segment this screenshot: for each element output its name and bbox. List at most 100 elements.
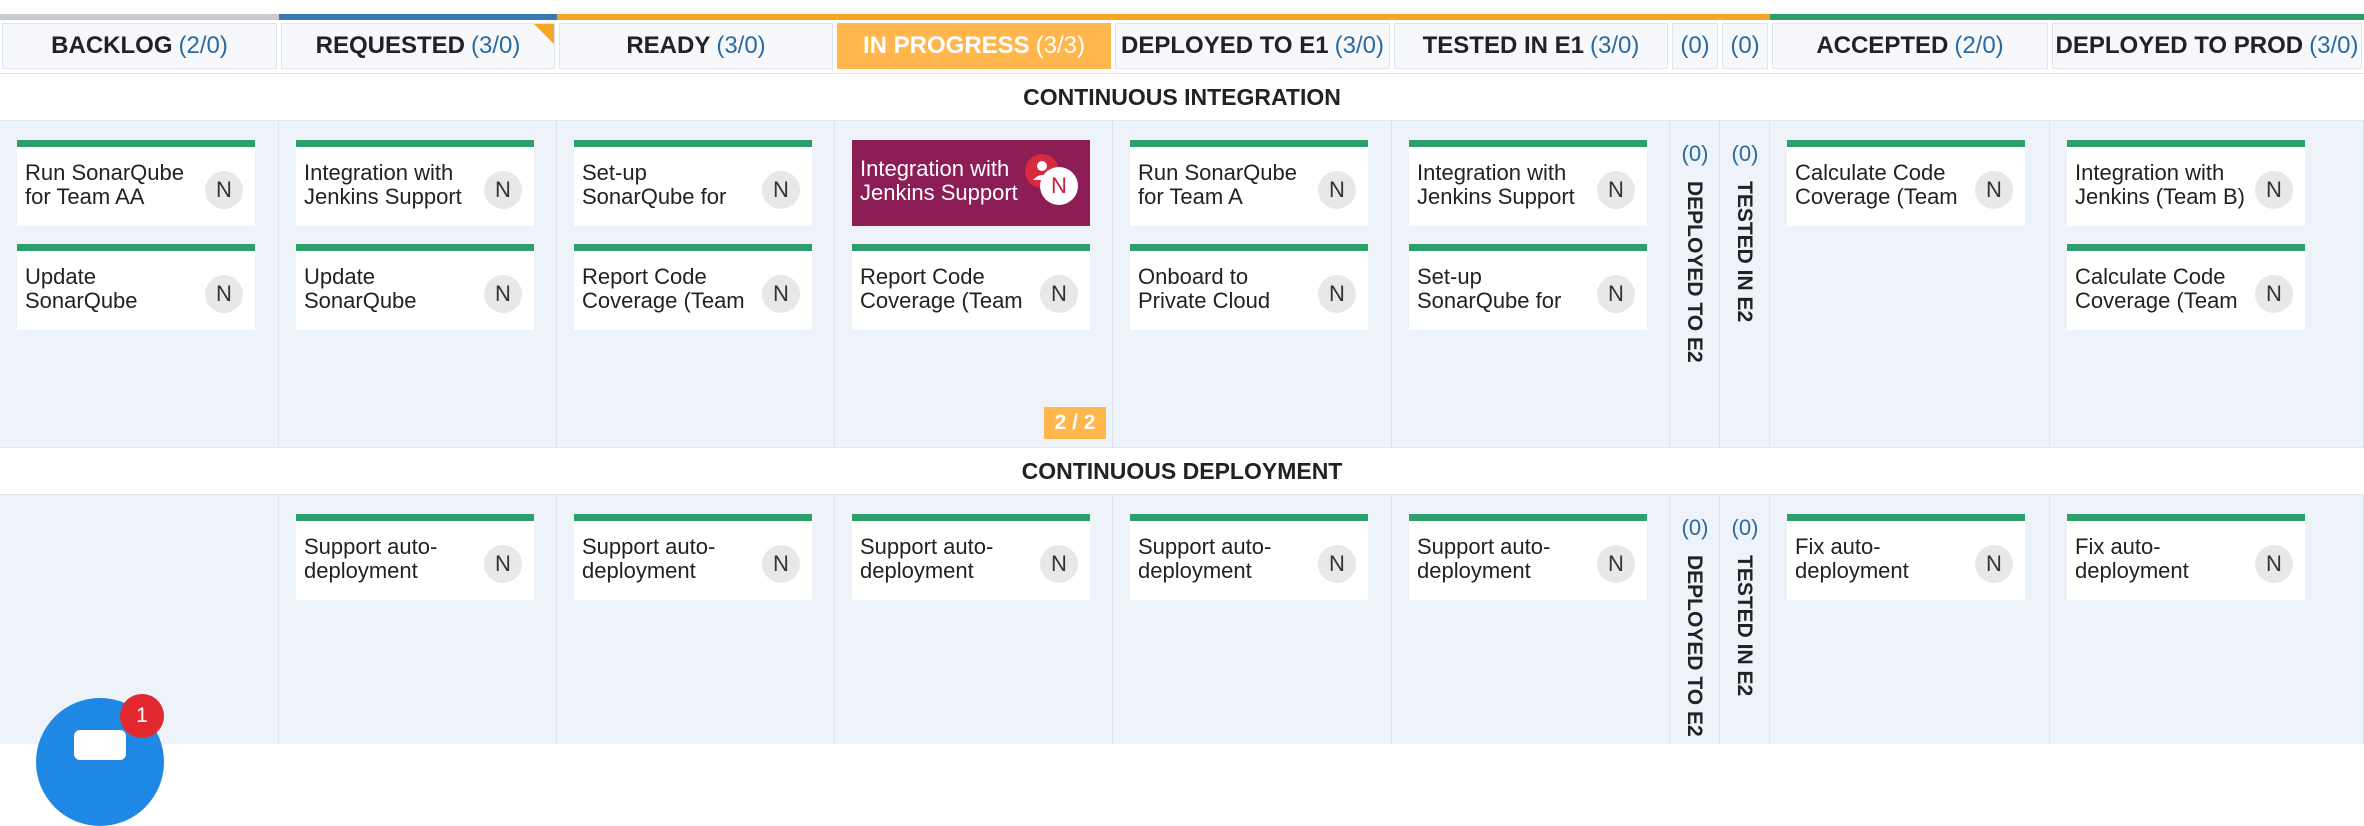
assignee-avatar[interactable]: N xyxy=(2255,545,2293,583)
assignee-avatar[interactable]: N xyxy=(762,545,800,583)
task-card[interactable]: Update SonarQube N xyxy=(17,244,255,330)
column-count: (2/0) xyxy=(1954,32,2004,59)
assignee-avatar[interactable]: N xyxy=(1318,275,1356,313)
collapsed-column-count[interactable]: (0) xyxy=(1722,515,1768,541)
column-count: (3/0) xyxy=(2309,32,2359,59)
swimlane-title[interactable]: CONTINUOUS INTEGRATION xyxy=(0,73,2364,121)
task-card[interactable]: Report Code Coverage (Team N xyxy=(574,244,812,330)
assignee-avatar[interactable]: N xyxy=(1975,171,2013,209)
assignee-avatar[interactable]: N xyxy=(484,171,522,209)
task-card[interactable]: Support auto-deployment N xyxy=(1130,514,1368,600)
collapsed-column-label[interactable]: DEPLOYED TO E2 xyxy=(1682,555,1706,737)
card-title: Set-up SonarQube for xyxy=(582,160,727,209)
task-card[interactable]: Integration with Jenkins Support N xyxy=(1409,140,1647,226)
assignee-avatar[interactable]: N xyxy=(1040,167,1078,205)
column-header-tested-e2[interactable]: (0) xyxy=(1722,23,1768,69)
column-count: (0) xyxy=(1680,32,1710,59)
column-title: READY xyxy=(626,32,711,59)
assignee-avatar[interactable]: N xyxy=(484,545,522,583)
column-header-backlog[interactable]: BACKLOG (2/0) xyxy=(2,23,277,69)
assignee-avatar[interactable]: N xyxy=(1040,545,1078,583)
task-card[interactable]: Run SonarQube for Team AA N xyxy=(17,140,255,226)
collapsed-column-count[interactable]: (0) xyxy=(1722,141,1768,167)
card-title: Report Code Coverage (Team xyxy=(860,264,1023,313)
task-card[interactable]: Integration with Jenkins Support N xyxy=(852,140,1090,226)
task-card[interactable]: Set-up SonarQube for N xyxy=(574,140,812,226)
task-card[interactable]: Support auto-deployment N xyxy=(574,514,812,600)
assignee-avatar[interactable]: N xyxy=(2255,275,2293,313)
column-color-bar-backlog xyxy=(0,14,279,20)
column-title: IN PROGRESS xyxy=(862,32,1030,59)
task-card[interactable]: Run SonarQube for Team A N xyxy=(1130,140,1368,226)
card-title: Update SonarQube xyxy=(25,264,138,313)
assignee-avatar[interactable]: N xyxy=(1597,275,1635,313)
assignee-avatar[interactable]: N xyxy=(1597,545,1635,583)
card-title: Calculate Code Coverage (Team xyxy=(1795,160,1958,209)
column-color-bar-tested-e1 xyxy=(1392,14,1670,20)
collapsed-column-label[interactable]: TESTED IN E2 xyxy=(1732,181,1756,322)
column-header-deployed-e2[interactable]: (0) xyxy=(1672,23,1718,69)
assignee-avatar[interactable]: N xyxy=(484,275,522,313)
task-card[interactable]: Calculate Code Coverage (Team N xyxy=(2067,244,2305,330)
column-count: (0) xyxy=(1730,32,1760,59)
column-header-deployed-e1[interactable]: DEPLOYED TO E1 (3/0) xyxy=(1115,23,1390,69)
column-header-requested[interactable]: REQUESTED (3/0) xyxy=(281,23,555,69)
assignee-avatar[interactable]: N xyxy=(762,275,800,313)
collapsed-column-count[interactable]: (0) xyxy=(1672,515,1718,541)
assignee-avatar[interactable]: N xyxy=(2255,171,2293,209)
card-title: Update SonarQube xyxy=(304,264,417,313)
card-title: Fix auto-deployment xyxy=(2075,534,2189,583)
card-title: Calculate Code Coverage (Team xyxy=(2075,264,2238,313)
card-title: Integration with Jenkins Support xyxy=(304,160,462,209)
task-card[interactable]: Support auto-deployment N xyxy=(296,514,534,600)
column-header-accepted[interactable]: ACCEPTED (2/0) xyxy=(1772,23,2048,69)
card-title: Fix auto-deployment xyxy=(1795,534,1909,583)
card-title: Support auto-deployment xyxy=(1417,534,1551,583)
card-title: Run SonarQube for Team A xyxy=(1138,160,1297,209)
assignee-avatar[interactable]: N xyxy=(205,171,243,209)
assignee-avatar[interactable]: N xyxy=(1597,171,1635,209)
column-count: (3/0) xyxy=(471,32,521,59)
assignee-avatar[interactable]: N xyxy=(205,275,243,313)
assignee-avatar[interactable]: N xyxy=(1318,545,1356,583)
column-header-ready[interactable]: READY (3/0) xyxy=(559,23,833,69)
collapsed-column-label[interactable]: TESTED IN E2 xyxy=(1732,555,1756,696)
assignee-avatar[interactable]: N xyxy=(1318,171,1356,209)
collapsed-column-count[interactable]: (0) xyxy=(1672,141,1718,167)
assignee-avatar[interactable]: N xyxy=(1975,545,2013,583)
column-title: BACKLOG xyxy=(51,32,173,59)
column-color-bar-ready xyxy=(557,14,835,20)
column-header-deployed-prod[interactable]: DEPLOYED TO PROD (3/0) xyxy=(2052,23,2362,69)
card-title: Support auto-deployment xyxy=(1138,534,1272,583)
column-count: (3/0) xyxy=(1334,32,1384,59)
assignee-avatar[interactable]: N xyxy=(1040,275,1078,313)
column-flag-icon xyxy=(534,24,554,44)
task-card[interactable]: Support auto-deployment N xyxy=(852,514,1090,600)
swimlane-title[interactable]: CONTINUOUS DEPLOYMENT xyxy=(0,447,2364,495)
column-title: REQUESTED xyxy=(315,32,465,59)
collapsed-column-label[interactable]: DEPLOYED TO E2 xyxy=(1682,181,1706,363)
task-card[interactable]: Calculate Code Coverage (Team N xyxy=(1787,140,2025,226)
task-card[interactable]: Fix auto-deployment N xyxy=(1787,514,2025,600)
task-card[interactable]: Report Code Coverage (Team N xyxy=(852,244,1090,330)
task-card[interactable]: Integration with Jenkins Support N xyxy=(296,140,534,226)
chat-icon xyxy=(74,730,126,760)
column-color-bar-accepted xyxy=(1770,14,2050,20)
task-card[interactable]: Integration with Jenkins (Team B) N xyxy=(2067,140,2305,226)
card-title: Integration with Jenkins Support xyxy=(1417,160,1575,209)
card-title: Onboard to Private Cloud xyxy=(1138,264,1271,313)
column-color-bar-deployed-prod xyxy=(2050,14,2364,20)
column-header-in-progress[interactable]: IN PROGRESS (3/3) xyxy=(837,23,1111,69)
column-count: (2/0) xyxy=(178,32,228,59)
task-card[interactable]: Onboard to Private Cloud N xyxy=(1130,244,1368,330)
column-color-bar-deployed-e1 xyxy=(1113,14,1392,20)
task-card[interactable]: Update SonarQube N xyxy=(296,244,534,330)
column-header-tested-e1[interactable]: TESTED IN E1 (3/0) xyxy=(1394,23,1668,69)
task-card[interactable]: Set-up SonarQube for N xyxy=(1409,244,1647,330)
assignee-avatar[interactable]: N xyxy=(762,171,800,209)
column-title: ACCEPTED xyxy=(1816,32,1949,59)
task-card[interactable]: Support auto-deployment N xyxy=(1409,514,1647,600)
column-color-bar-in-progress xyxy=(835,14,1113,20)
column-title: DEPLOYED TO PROD xyxy=(2055,32,2304,59)
task-card[interactable]: Fix auto-deployment N xyxy=(2067,514,2305,600)
